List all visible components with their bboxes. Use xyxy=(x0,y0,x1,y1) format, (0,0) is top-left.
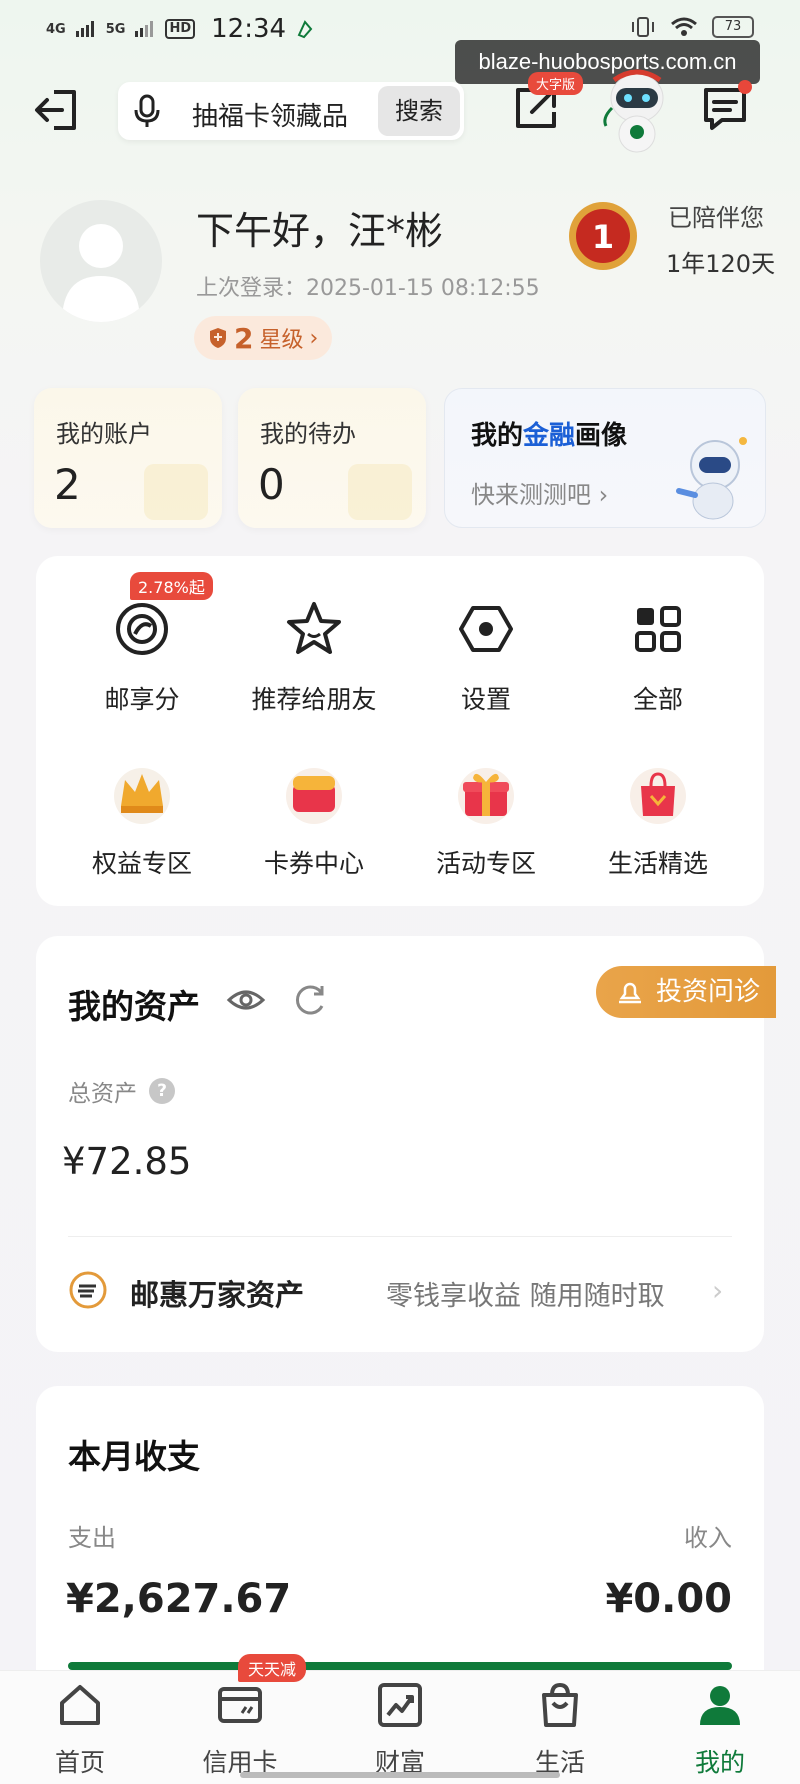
accompany-value: 1年120天 xyxy=(666,250,776,278)
credit-card-icon xyxy=(218,1687,262,1723)
divider xyxy=(68,1236,732,1237)
my-assets-title: 我的资产 xyxy=(68,987,200,1026)
expense-label: 支出 xyxy=(68,1524,116,1552)
nav-credit-card[interactable]: 信用卡 xyxy=(160,1681,320,1779)
chevron-right-icon[interactable]: › xyxy=(712,1274,723,1307)
finance-profile-title: 我的金融画像 xyxy=(471,421,628,451)
accompany-label: 已陪伴您 xyxy=(668,204,764,232)
service-youxiangfen[interactable]: 邮享分 xyxy=(56,594,228,716)
settings-hex-icon xyxy=(459,606,513,652)
chevron-right-icon: › xyxy=(598,481,609,509)
finance-profile-subtitle: 快来测测吧 › xyxy=(471,481,609,509)
signal-5g: 5G xyxy=(105,21,126,37)
bag-icon xyxy=(542,1682,578,1727)
nav-mine[interactable]: 我的 xyxy=(640,1681,800,1779)
nav-home[interactable]: 首页 xyxy=(0,1681,160,1779)
shield-icon xyxy=(210,328,226,348)
star-icon xyxy=(287,602,341,654)
bottom-navigation: 首页 信用卡 财富 生活 我的 xyxy=(0,1670,800,1784)
my-assets-card: 我的资产 投资问诊 总资产 ? ¥72.85 邮惠万家资产 零钱享收益 随用随时… xyxy=(36,936,776,1352)
vibrate-icon xyxy=(632,17,654,37)
medal-icon: 1 xyxy=(566,196,640,276)
nav-wealth[interactable]: 财富 xyxy=(320,1681,480,1779)
service-recommend-friend[interactable]: 推荐给朋友 xyxy=(228,594,400,716)
income-value: ¥0.00 xyxy=(605,1576,732,1622)
user-icon xyxy=(700,1686,740,1725)
exit-icon xyxy=(35,90,76,130)
income-label: 收入 xyxy=(684,1524,732,1552)
exit-button[interactable] xyxy=(30,84,82,136)
mascot-robot-icon[interactable] xyxy=(600,68,674,156)
star-level-text: 星级 xyxy=(259,328,304,353)
expense-bar-fill xyxy=(68,1662,732,1670)
total-assets-label: 总资产 ? xyxy=(68,1074,175,1108)
chevron-right-icon: › xyxy=(309,325,319,351)
service-coupon-center[interactable]: 卡券中心 xyxy=(228,758,400,880)
signal-bars-icon xyxy=(135,21,154,37)
avatar[interactable] xyxy=(40,200,162,322)
crown-icon xyxy=(114,768,170,824)
postal-logo-icon xyxy=(69,1271,107,1309)
grid-icon xyxy=(635,606,681,652)
my-todo-card[interactable]: 我的待办 0 xyxy=(238,388,426,528)
service-all[interactable]: 全部 xyxy=(572,594,744,716)
search-bar[interactable]: 抽福卡领藏品 搜索 xyxy=(118,82,464,140)
status-left: 4G 5G HD 12:34 xyxy=(46,14,314,44)
signal-bars-icon xyxy=(75,21,94,37)
services-panel: 2.78%起 邮享分 推荐给朋友 设置 全部 权益专区 卡券中心 活动专区 生活… xyxy=(36,556,764,906)
home-icon xyxy=(60,1685,100,1725)
my-todo-label: 我的待办 xyxy=(260,420,356,448)
bell-icon xyxy=(619,982,641,1004)
search-placeholder[interactable]: 抽福卡领藏品 xyxy=(192,96,348,133)
big-font-badge: 大字版 xyxy=(528,72,584,95)
daily-discount-badge: 天天减 xyxy=(238,1654,307,1682)
chart-icon xyxy=(378,1683,422,1727)
bag-decoration-icon xyxy=(348,464,412,520)
signal-4g: 4G xyxy=(46,21,66,37)
wifi-icon xyxy=(671,17,697,36)
battery-icon: 73 xyxy=(712,16,754,38)
refresh-icon[interactable] xyxy=(292,980,328,1018)
youhui-wanjia-tagline[interactable]: 零钱享收益 随用随时取 xyxy=(386,1274,665,1313)
coin-icon xyxy=(116,603,168,655)
last-login-text: 上次登录：2025-01-15 08:12:55 xyxy=(196,276,540,301)
gift-icon xyxy=(458,768,514,824)
monthly-title: 本月收支 xyxy=(68,1437,200,1476)
investment-consult-button[interactable]: 投资问诊 xyxy=(596,966,776,1018)
service-activities[interactable]: 活动专区 xyxy=(400,758,572,880)
my-accounts-card[interactable]: 我的账户 2 xyxy=(34,388,222,528)
search-button[interactable]: 搜索 xyxy=(378,86,460,136)
service-settings[interactable]: 设置 xyxy=(400,594,572,716)
service-life-selection[interactable]: 生活精选 xyxy=(572,758,744,880)
unread-dot xyxy=(738,80,752,94)
youhui-wanjia-title[interactable]: 邮惠万家资产 xyxy=(130,1272,304,1314)
home-indicator[interactable] xyxy=(240,1772,560,1778)
eye-icon[interactable] xyxy=(226,980,266,1020)
status-right: 73 xyxy=(630,16,754,38)
default-avatar-icon xyxy=(62,224,140,322)
app-notification-icon xyxy=(297,20,313,39)
medal-number: 1 xyxy=(592,218,614,256)
astronaut-icon xyxy=(669,431,755,523)
total-assets-value: ¥72.85 xyxy=(62,1140,192,1183)
my-accounts-label: 我的账户 xyxy=(56,420,152,448)
clock: 12:34 xyxy=(211,14,287,44)
finance-profile-card[interactable]: 我的金融画像 快来测测吧 › xyxy=(444,388,766,528)
nav-life[interactable]: 生活 xyxy=(480,1681,640,1779)
service-benefits[interactable]: 权益专区 xyxy=(56,758,228,880)
expense-value: ¥2,627.67 xyxy=(66,1576,292,1622)
microphone-icon[interactable] xyxy=(132,94,162,128)
hd-voice-icon: HD xyxy=(165,19,196,39)
my-accounts-value: 2 xyxy=(54,460,81,509)
help-icon[interactable]: ? xyxy=(149,1078,175,1104)
expense-income-bar xyxy=(68,1662,732,1670)
star-level-pill[interactable]: 2 星级 › xyxy=(194,316,333,360)
wallet-decoration-icon xyxy=(144,464,208,520)
coupon-icon xyxy=(286,768,342,824)
my-todo-value: 0 xyxy=(258,460,285,509)
star-level-number: 2 xyxy=(234,321,254,355)
greeting-text: 下午好，汪*彬 xyxy=(196,209,444,253)
shopping-bag-icon xyxy=(630,768,686,824)
